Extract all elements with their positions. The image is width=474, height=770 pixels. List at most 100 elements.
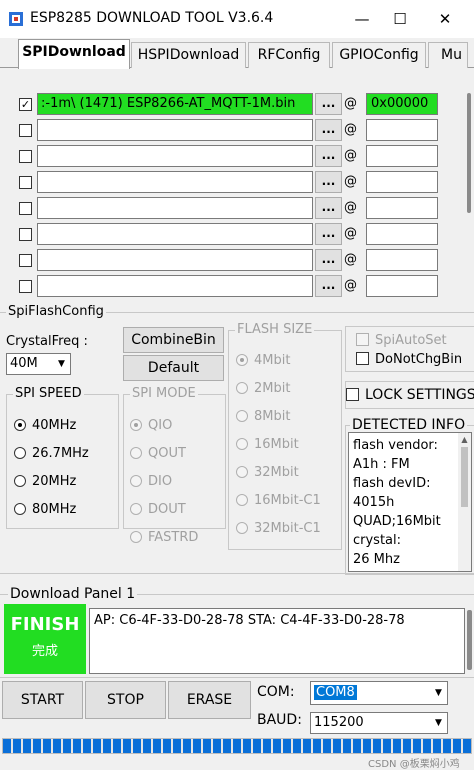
minimize-icon[interactable]: — <box>342 5 382 33</box>
status-badge: FINISH 完成 <box>4 604 86 674</box>
radio-icon <box>130 475 142 487</box>
spi-mode-option[interactable]: QOUT <box>130 446 186 462</box>
flash-size-option[interactable]: 16Mbit <box>236 437 299 453</box>
file-enable-checkbox[interactable] <box>19 202 32 215</box>
browse-button[interactable]: ... <box>315 249 342 271</box>
window-title: ESP8285 DOWNLOAD TOOL V3.6.4 <box>30 10 274 26</box>
stop-button[interactable]: STOP <box>85 681 166 719</box>
detected-info-title: DETECTED INFO <box>350 417 468 433</box>
browse-button[interactable]: ... <box>315 93 342 115</box>
radio-icon <box>236 494 248 506</box>
crystal-freq-select[interactable]: 40M ▼ <box>6 353 71 375</box>
file-enable-checkbox[interactable] <box>19 254 32 267</box>
file-enable-checkbox[interactable] <box>19 228 32 241</box>
radio-label: 32Mbit-C1 <box>254 521 321 536</box>
radio-label: DOUT <box>148 502 186 517</box>
spi-mode-option[interactable]: QIO <box>130 418 172 434</box>
file-path-field[interactable] <box>37 223 313 245</box>
radio-label: 16Mbit-C1 <box>254 493 321 508</box>
com-select[interactable]: COM8 ▼ <box>310 681 448 705</box>
flash-size-option[interactable]: 2Mbit <box>236 381 290 397</box>
detected-info-line: 4015h <box>353 495 395 510</box>
radio-label: 40MHz <box>32 418 77 433</box>
file-path-field[interactable] <box>37 119 313 141</box>
file-path-field[interactable] <box>37 275 313 297</box>
maximize-icon[interactable]: ☐ <box>380 5 420 33</box>
radio-icon <box>236 466 248 478</box>
flash-size-option[interactable]: 4Mbit <box>236 353 290 369</box>
flash-address-field[interactable]: 0x00000 <box>366 93 438 115</box>
download-progress-bar <box>2 738 472 754</box>
spi-mode-option[interactable]: DIO <box>130 474 172 490</box>
lock-settings-checkbox[interactable]: LOCK SETTINGS <box>346 387 474 403</box>
detected-info-line: crystal: <box>353 533 402 548</box>
spi-mode-option[interactable]: FASTRD <box>130 530 198 546</box>
scroll-up-icon[interactable]: ▲ <box>458 433 471 446</box>
browse-button[interactable]: ... <box>315 119 342 141</box>
radio-icon <box>130 447 142 459</box>
file-path-field[interactable] <box>37 171 313 193</box>
start-button[interactable]: START <box>2 681 83 719</box>
detected-info-scrollbar[interactable]: ▲ <box>458 433 471 571</box>
flash-address-field[interactable] <box>366 145 438 167</box>
browse-button[interactable]: ... <box>315 223 342 245</box>
flash-address-field[interactable] <box>366 119 438 141</box>
scrollbar-thumb[interactable] <box>467 610 472 670</box>
checkbox-box <box>346 388 359 401</box>
chevron-down-icon: ▼ <box>435 718 442 728</box>
scrollbar-thumb[interactable] <box>461 447 468 507</box>
erase-button[interactable]: ERASE <box>168 681 251 719</box>
file-enable-checkbox[interactable]: ✓ <box>19 98 32 111</box>
browse-button[interactable]: ... <box>315 197 342 219</box>
radio-icon <box>236 382 248 394</box>
spi-speed-option[interactable]: 20MHz <box>14 474 76 490</box>
flash-address-field[interactable] <box>366 171 438 193</box>
at-symbol: @ <box>344 96 357 111</box>
flash-size-option[interactable]: 32Mbit <box>236 465 299 481</box>
detected-info-box[interactable]: flash vendor: A1h : FM flash devID: 4015h QU… <box>348 432 472 572</box>
scrollbar-thumb[interactable] <box>467 93 471 213</box>
flash-size-option[interactable]: 16Mbit-C1 <box>236 493 321 509</box>
mac-info-scrollbar[interactable] <box>465 608 474 674</box>
baud-select[interactable]: 115200 ▼ <box>310 712 448 734</box>
close-icon[interactable]: ✕ <box>425 5 465 33</box>
status-text-cn: 完成 <box>31 644 58 659</box>
mac-info-text: AP: C6-4F-33-D0-28-78 STA: C4-4F-33-D0-2… <box>94 613 405 628</box>
file-enable-checkbox[interactable] <box>19 124 32 137</box>
tab-gpio-config[interactable]: GPIOConfig <box>332 42 426 68</box>
spi-speed-option[interactable]: 26.7MHz <box>14 446 89 462</box>
file-enable-checkbox[interactable] <box>19 280 32 293</box>
browse-button[interactable]: ... <box>315 275 342 297</box>
file-path-field[interactable]: :-1m\ (1471) ESP8266-AT_MQTT-1M.bin <box>37 93 313 115</box>
flash-address-field[interactable] <box>366 197 438 219</box>
file-row: ... @ <box>0 145 464 167</box>
browse-button[interactable]: ... <box>315 171 342 193</box>
browse-button[interactable]: ... <box>315 145 342 167</box>
default-button[interactable]: Default <box>123 355 224 381</box>
flash-address-field[interactable] <box>366 223 438 245</box>
file-path-field[interactable] <box>37 197 313 219</box>
radio-label: 2Mbit <box>254 381 291 396</box>
tab-hspi-download[interactable]: HSPIDownload <box>131 42 246 68</box>
file-path-field[interactable] <box>37 249 313 271</box>
spi-speed-option[interactable]: 40MHz <box>14 418 76 434</box>
file-list-scrollbar[interactable] <box>464 93 474 300</box>
spi-mode-option[interactable]: DOUT <box>130 502 186 518</box>
watermark: CSDN @板栗焖小鸡 <box>368 759 460 770</box>
file-enable-checkbox[interactable] <box>19 150 32 163</box>
tab-rf-config[interactable]: RFConfig <box>248 42 330 68</box>
com-value: COM8 <box>314 685 357 700</box>
mac-info-box[interactable]: AP: C6-4F-33-D0-28-78 STA: C4-4F-33-D0-2… <box>89 608 465 674</box>
file-path-field[interactable] <box>37 145 313 167</box>
spi-speed-option[interactable]: 80MHz <box>14 502 76 518</box>
tab-spi-download[interactable]: SPIDownload <box>18 39 130 69</box>
flash-size-option[interactable]: 8Mbit <box>236 409 290 425</box>
file-enable-checkbox[interactable] <box>19 176 32 189</box>
file-row: ... @ <box>0 119 464 141</box>
flash-address-field[interactable] <box>366 249 438 271</box>
flash-size-option[interactable]: 32Mbit-C1 <box>236 521 321 537</box>
combine-bin-button[interactable]: CombineBin <box>123 327 224 353</box>
radio-label: FASTRD <box>148 530 199 545</box>
tab-more[interactable]: Mu <box>428 42 468 68</box>
flash-address-field[interactable] <box>366 275 438 297</box>
